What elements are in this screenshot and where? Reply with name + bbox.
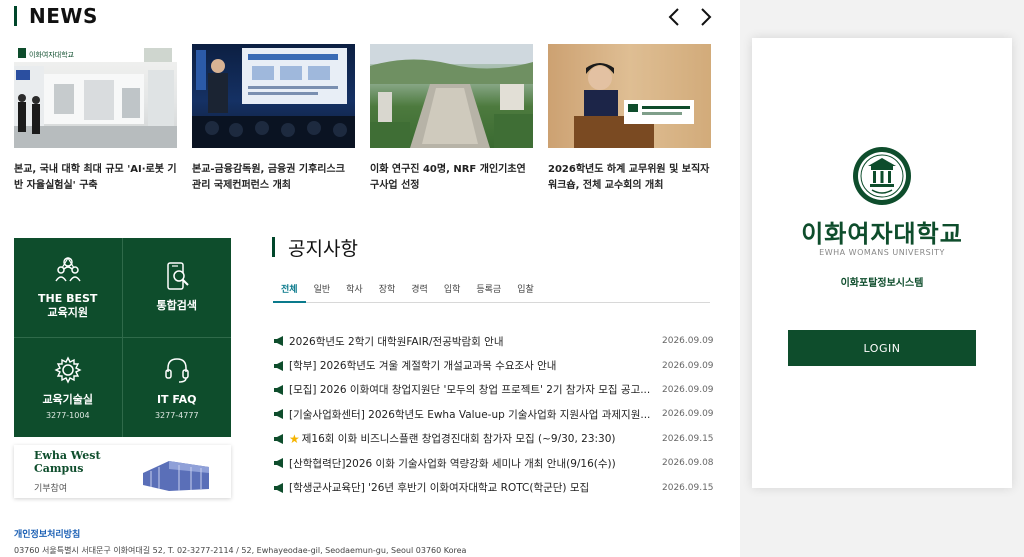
quick-link-phone: 3277-1004 (45, 410, 90, 420)
megaphone-icon (274, 384, 283, 395)
west-campus-title: Ewha West Campus (34, 449, 101, 475)
notice-date: 2026.09.15 (662, 433, 714, 444)
notice-item[interactable]: [학부] 2026학년도 겨울 계절학기 개설교과목 수요조사 안내 2026.… (273, 353, 714, 377)
news-list: 이화여자대학교 본교, 국내 대학 최대 규모 'AI·로봇 기반 자율실험실'… (14, 44, 711, 194)
news-card-title: 본교, 국내 대학 최대 규모 'AI·로봇 기반 자율실험실' 구축 (14, 164, 177, 191)
quick-link-label: 교육기술실 (42, 392, 94, 406)
login-panel: 이화여자대학교 EWHA WOMANS UNIVERSITY 이화포탈정보시스템… (752, 38, 1012, 488)
notice-text: 2026학년도 2학기 대학원FAIR/전공박람회 안내 (289, 335, 504, 348)
notice-item[interactable]: [모집] 2026 이화여대 창업지원단 '모두의 창업 프로젝트' 2기 참가… (273, 378, 714, 402)
people-icon (55, 257, 81, 282)
notice-text: 제16회 이화 비즈니스플랜 창업경진대회 참가자 모집 (~9/30, 23:… (301, 433, 616, 446)
notice-date: 2026.09.09 (662, 360, 714, 371)
quick-link-edu-tech[interactable]: 교육기술실 3277-1004 (14, 337, 123, 437)
tab-admission[interactable]: 입학 (436, 276, 469, 303)
notice-text: [학생군사교육단] '26년 후반기 이화여자대학교 ROTC(학군단) 모집 (289, 482, 590, 495)
news-thumbnail-conference (192, 44, 355, 148)
notice-date: 2026.09.09 (662, 409, 714, 420)
news-card[interactable]: 본교-금융감독원, 금융권 기후리스크 관리 국제컨퍼런스 개최 (192, 44, 355, 194)
megaphone-icon (274, 336, 283, 347)
portal-system-title: 이화포탈정보시스템 (840, 278, 924, 289)
tab-scholarship[interactable]: 장학 (371, 276, 404, 303)
notice-date: 2026.09.09 (662, 384, 714, 395)
notice-text: [산학협력단]2026 이화 기술사업화 역량강화 세미나 개최 안내(9/16… (289, 457, 616, 470)
tab-bidding[interactable]: 입찰 (509, 276, 542, 303)
megaphone-icon (274, 482, 283, 493)
notice-text: [학부] 2026학년도 겨울 계절학기 개설교과목 수요조사 안내 (289, 360, 557, 373)
mobile-search-icon (167, 262, 189, 290)
tab-tuition[interactable]: 등록금 (468, 276, 509, 303)
tab-academic[interactable]: 학사 (338, 276, 371, 303)
notice-item[interactable]: [학생군사교육단] '26년 후반기 이화여자대학교 ROTC(학군단) 모집 … (273, 475, 714, 499)
news-card-title: 2026학년도 하계 교무위원 및 보직자 워크숍, 전체 교수회의 개최 (548, 164, 710, 191)
privacy-policy-link[interactable]: 개인정보처리방침 (14, 527, 80, 540)
news-title: NEWS (29, 4, 98, 28)
notice-title: 공지사항 (288, 237, 358, 260)
quick-link-integrated-search[interactable]: 통합검색 (122, 238, 231, 338)
megaphone-icon (274, 458, 283, 469)
notice-text: [기술사업화센터] 2026학년도 Ewha Value-up 기술사업화 지원… (289, 408, 651, 421)
star-icon: ★ (289, 431, 300, 446)
news-card-title: 본교-금융감독원, 금융권 기후리스크 관리 국제컨퍼런스 개최 (192, 164, 345, 191)
notice-item[interactable]: [산학협력단]2026 이화 기술사업화 역량강화 세미나 개최 안내(9/16… (273, 451, 714, 475)
west-campus-sub: 기부참여 (34, 484, 68, 494)
notice-header: 공지사항 (272, 236, 358, 260)
quick-link-label: THE BEST 교육지원 (38, 292, 98, 320)
news-thumbnail-lab: 이화여자대학교 (14, 44, 177, 148)
notice-date: 2026.09.15 (662, 482, 714, 493)
west-campus-banner[interactable]: Ewha West Campus 기부참여 (14, 445, 231, 498)
tab-all[interactable]: 전체 (273, 276, 306, 303)
gear-icon (54, 356, 82, 384)
news-card-title: 이화 연구진 40명, NRF 개인기초연구사업 선정 (370, 164, 526, 191)
main-content: NEWS 이화여자대학교 본교, 국내 대학 최대 규모 'AI·로봇 기반 자… (0, 0, 740, 557)
notice-text: [모집] 2026 이화여대 창업지원단 '모두의 창업 프로젝트' 2기 참가… (289, 384, 651, 397)
notice-item[interactable]: ★ 제16회 이화 비즈니스플랜 창업경진대회 참가자 모집 (~9/30, 2… (273, 427, 714, 451)
news-card[interactable]: 이화여자대학교 본교, 국내 대학 최대 규모 'AI·로봇 기반 자율실험실'… (14, 44, 177, 194)
news-thumbnail-workshop (548, 44, 711, 148)
news-card[interactable]: 2026학년도 하계 교무위원 및 보직자 워크숍, 전체 교수회의 개최 (548, 44, 711, 194)
university-name-korean: 이화여자대학교 (801, 220, 963, 248)
tab-career[interactable]: 경력 (403, 276, 436, 303)
megaphone-icon (274, 360, 283, 371)
megaphone-icon (274, 409, 283, 420)
news-title-bar (14, 6, 17, 26)
quick-link-label: 통합검색 (156, 299, 197, 313)
news-header: NEWS (14, 4, 98, 28)
login-button[interactable]: LOGIN (788, 330, 976, 366)
notice-list: 2026학년도 2학기 대학원FAIR/전공박람회 안내 2026.09.09 … (273, 329, 714, 500)
quick-link-phone: 3277-4777 (154, 410, 199, 420)
quick-link-label: IT FAQ (156, 392, 197, 406)
footer-address: 03760 서울특별시 서대문구 이화여대길 52, T. 02-3277-21… (14, 546, 467, 555)
notice-tabs: 전체 일반 학사 장학 경력 입학 등록금 입찰 (273, 276, 710, 303)
notice-date: 2026.09.09 (662, 336, 714, 347)
quick-link-it-faq[interactable]: IT FAQ 3277-4777 (123, 338, 232, 438)
prev-arrow-icon[interactable] (664, 6, 684, 28)
west-campus-text: Ewha West Campus 기부참여 (14, 449, 139, 494)
thumb-sign-text: 이화여자대학교 (29, 50, 75, 59)
headset-icon (165, 357, 189, 383)
news-nav (664, 6, 716, 28)
megaphone-icon (274, 433, 283, 444)
notice-title-bar (272, 237, 275, 257)
page: NEWS 이화여자대학교 본교, 국내 대학 최대 규모 'AI·로봇 기반 자… (0, 0, 1024, 557)
news-thumbnail-campus (370, 44, 533, 148)
notice-item[interactable]: [기술사업화센터] 2026학년도 Ewha Value-up 기술사업화 지원… (273, 402, 714, 426)
quick-links-grid: THE BEST 교육지원 통합검색 교육기술실 3277-1004 IT FA… (14, 238, 231, 437)
news-card[interactable]: 이화 연구진 40명, NRF 개인기초연구사업 선정 (370, 44, 533, 194)
university-name-english: EWHA WOMANS UNIVERSITY (819, 248, 945, 257)
notice-item[interactable]: 2026학년도 2학기 대학원FAIR/전공박람회 안내 2026.09.09 (273, 329, 714, 353)
next-arrow-icon[interactable] (696, 6, 716, 28)
tab-general[interactable]: 일반 (306, 276, 339, 303)
quick-link-best-education[interactable]: THE BEST 교육지원 (14, 238, 123, 338)
west-campus-building-image (139, 450, 211, 493)
notice-date: 2026.09.08 (662, 458, 714, 469)
university-seal-icon (853, 147, 911, 205)
